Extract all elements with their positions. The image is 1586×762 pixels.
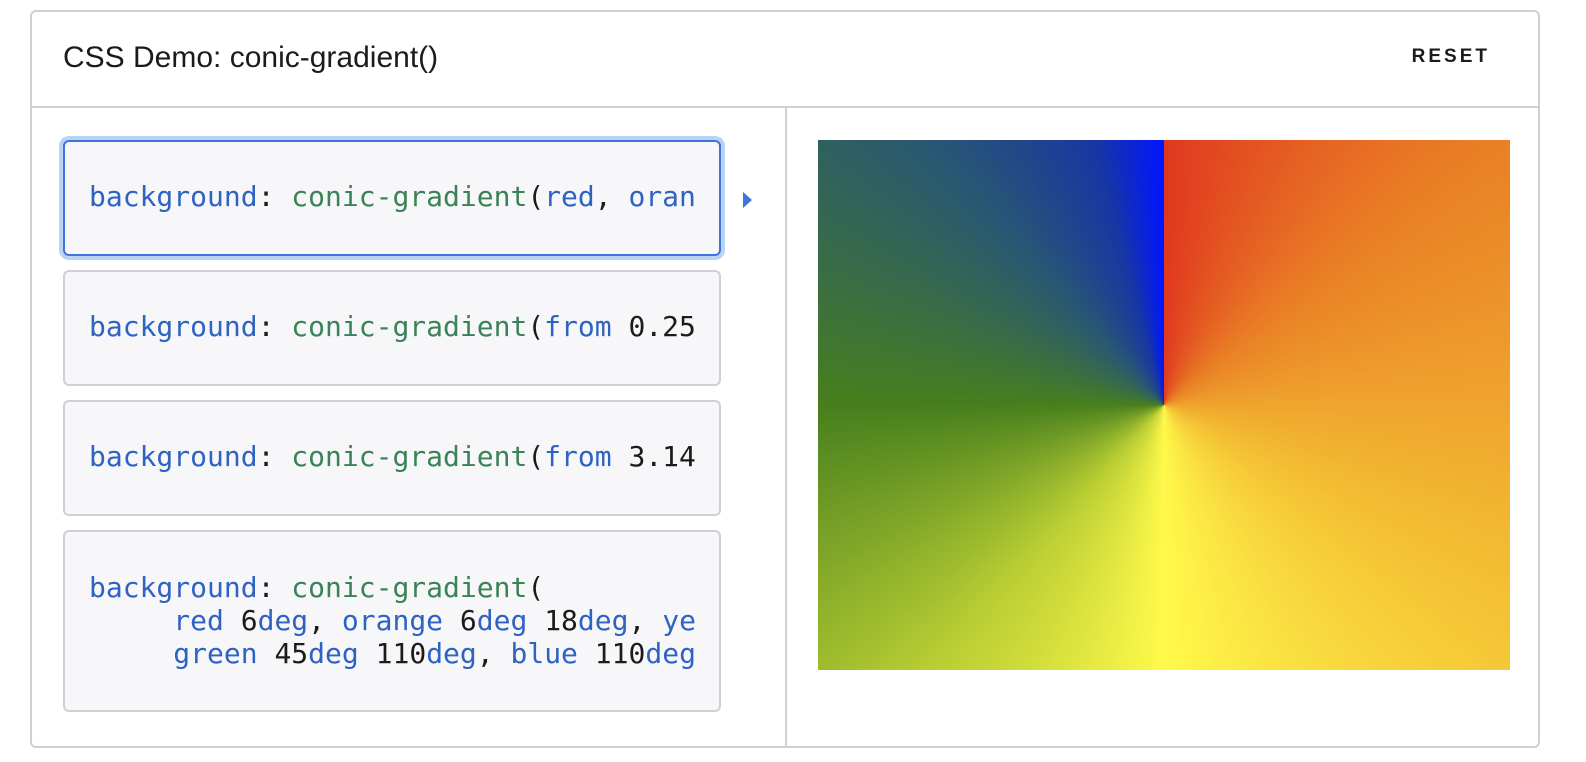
code-token: blue <box>510 637 578 670</box>
code-token: deg <box>476 604 528 637</box>
code-token: ( <box>527 440 545 473</box>
code-line: red 6deg, orange 6deg 18deg, yellow <box>89 604 695 637</box>
code-token: ( <box>527 310 545 343</box>
code-token: conic-gradient <box>291 571 528 604</box>
css-demo-panel: CSS Demo: conic-gradient() RESET backgro… <box>30 10 1540 748</box>
code-token: 6 <box>223 604 258 637</box>
code-token: background <box>89 310 258 343</box>
code-token: 110 <box>577 637 646 670</box>
code-token: deg <box>645 637 695 670</box>
code-token: yellow <box>662 604 695 637</box>
code-choice-2[interactable]: background: conic-gradient(from 0.25turn <box>63 270 721 386</box>
code-token: from <box>544 440 612 473</box>
code-token: 6 <box>443 604 477 637</box>
code-line: background: conic-gradient( <box>89 571 695 604</box>
code-token: background <box>89 180 258 213</box>
code-token: background <box>89 571 258 604</box>
reset-button[interactable]: RESET <box>1412 46 1490 68</box>
code-token: orange <box>628 180 695 213</box>
code-token: deg <box>426 637 477 670</box>
code-token: , <box>308 604 342 637</box>
demo-header: CSS Demo: conic-gradient() RESET <box>32 12 1538 108</box>
code-token: deg <box>577 604 629 637</box>
code-token: : <box>257 180 292 213</box>
code-snippet: background: conic-gradient(from 0.25turn <box>89 310 695 343</box>
code-token: , <box>628 604 663 637</box>
code-snippet: background: conic-gradient(red, orange <box>89 180 695 213</box>
code-line: background: conic-gradient(from 3.1416 <box>89 440 695 473</box>
code-token: : <box>257 571 292 604</box>
code-token: 110 <box>358 637 427 670</box>
panel-divider <box>785 108 787 746</box>
code-token: from <box>544 310 612 343</box>
code-line: background: conic-gradient(from 0.25turn <box>89 310 695 343</box>
code-token: orange <box>341 604 444 637</box>
demo-title: CSS Demo: conic-gradient() <box>63 41 439 74</box>
code-token: background <box>89 440 258 473</box>
code-token: green <box>173 637 258 670</box>
demo-body: background: conic-gradient(red, orange b… <box>32 108 1538 746</box>
code-token: 0.25 <box>611 310 695 343</box>
code-token: red <box>544 180 595 213</box>
code-token: , <box>594 180 629 213</box>
code-token: conic-gradient <box>291 440 528 473</box>
code-token: , <box>476 637 511 670</box>
code-token: ( <box>527 180 545 213</box>
code-token: : <box>257 440 292 473</box>
code-choices-list: background: conic-gradient(red, orange b… <box>63 140 721 726</box>
code-choice-4[interactable]: background: conic-gradient( red 6deg, or… <box>63 530 721 712</box>
code-token: ( <box>527 571 545 604</box>
code-token: red <box>173 604 224 637</box>
code-choice-1[interactable]: background: conic-gradient(red, orange <box>63 140 721 256</box>
selected-indicator-arrow-icon <box>743 192 752 208</box>
code-token: 18 <box>527 604 578 637</box>
code-choice-3[interactable]: background: conic-gradient(from 3.1416 <box>63 400 721 516</box>
code-line: green 45deg 110deg, blue 110deg <box>89 637 695 670</box>
code-token: conic-gradient <box>291 310 528 343</box>
code-token: : <box>257 310 292 343</box>
code-token: 3.1416 <box>628 440 695 473</box>
code-token: 45 <box>257 637 309 670</box>
code-token: conic-gradient <box>291 180 528 213</box>
code-snippet: background: conic-gradient( red 6deg, or… <box>89 571 695 670</box>
code-snippet: background: conic-gradient(from 3.1416 <box>89 440 695 473</box>
gradient-preview-output <box>818 140 1510 670</box>
code-line: background: conic-gradient(red, orange <box>89 180 695 213</box>
code-token: deg <box>257 604 309 637</box>
code-token: deg <box>308 637 359 670</box>
